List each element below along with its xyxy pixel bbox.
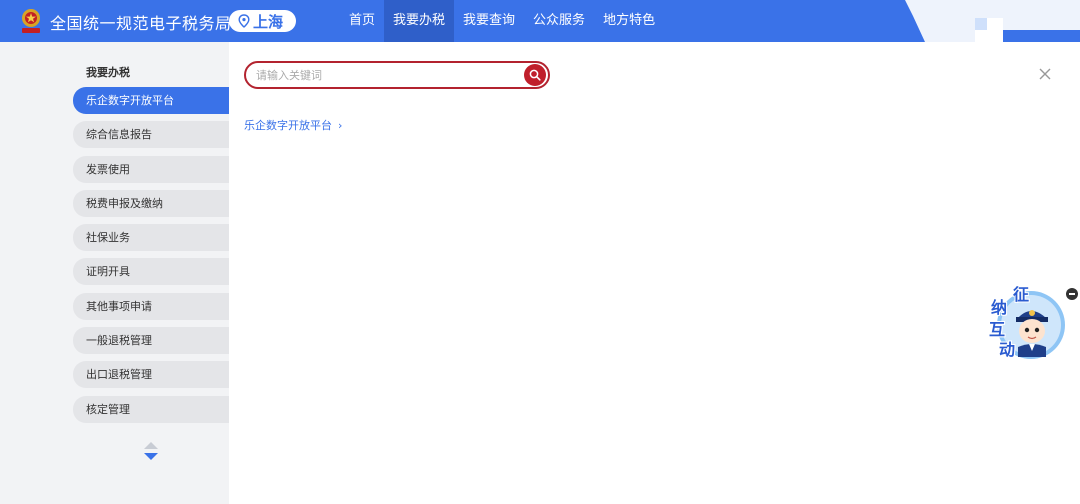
assistant-char-1: 征	[1013, 285, 1030, 304]
sidebar-item-tax-filing[interactable]: 税费申报及缴纳	[73, 189, 229, 217]
top-header: 全国统一规范电子税务局 上海 首页 我要办税 我要查询 公众服务 地方特色	[0, 0, 1080, 42]
result-link-open-platform[interactable]: 乐企数字开放平台 ›	[244, 117, 342, 133]
sidebar-item-export-refund[interactable]: 出口退税管理	[73, 361, 229, 389]
assistant-char-3: 互	[989, 320, 1006, 339]
header-decoration	[905, 0, 1080, 42]
sidebar-heading: 我要办税	[86, 66, 130, 79]
region-selector[interactable]: 上海	[229, 10, 296, 32]
region-label: 上海	[253, 12, 284, 31]
search-icon	[529, 69, 541, 81]
tax-emblem-icon	[22, 9, 40, 33]
search-button[interactable]	[524, 64, 546, 86]
main-nav: 首页 我要办税 我要查询 公众服务 地方特色	[340, 0, 664, 42]
close-icon[interactable]	[1038, 67, 1052, 81]
sidebar-item-assessment[interactable]: 核定管理	[73, 395, 229, 423]
assistant-char-2: 纳	[991, 298, 1008, 317]
sidebar-item-invoice[interactable]: 发票使用	[73, 155, 229, 183]
nav-query[interactable]: 我要查询	[454, 0, 524, 42]
sidebar: 我要办税 乐企数字开放平台 综合信息报告 发票使用 税费申报及缴纳 社保业务 证…	[0, 42, 229, 504]
sidebar-item-open-platform[interactable]: 乐企数字开放平台	[73, 87, 229, 114]
sidebar-item-certificate[interactable]: 证明开具	[73, 258, 229, 286]
nav-tax-services[interactable]: 我要办税	[384, 0, 455, 42]
nav-home[interactable]: 首页	[340, 0, 384, 42]
nav-public-services[interactable]: 公众服务	[524, 0, 594, 42]
scroll-arrows-icon[interactable]	[143, 440, 159, 464]
result-link-label: 乐企数字开放平台	[244, 119, 332, 132]
sidebar-item-refund[interactable]: 一般退税管理	[73, 327, 229, 355]
assistant-char-4: 动	[999, 340, 1016, 359]
assistant-widget[interactable]: 征 纳 互 动	[983, 285, 1073, 365]
site-title[interactable]: 全国统一规范电子税务局	[50, 10, 232, 34]
sidebar-item-other-requests[interactable]: 其他事项申请	[73, 292, 229, 320]
search-input[interactable]	[256, 66, 516, 84]
sidebar-item-social-security[interactable]: 社保业务	[73, 224, 229, 252]
minimize-icon[interactable]	[1066, 288, 1078, 300]
nav-local-features[interactable]: 地方特色	[594, 0, 664, 42]
sidebar-menu: 乐企数字开放平台 综合信息报告 发票使用 税费申报及缴纳 社保业务 证明开具 其…	[73, 87, 229, 430]
search-box	[244, 61, 550, 89]
location-pin-icon	[238, 14, 250, 28]
chevron-right-icon: ›	[338, 118, 343, 132]
sidebar-item-info-report[interactable]: 综合信息报告	[73, 121, 229, 149]
